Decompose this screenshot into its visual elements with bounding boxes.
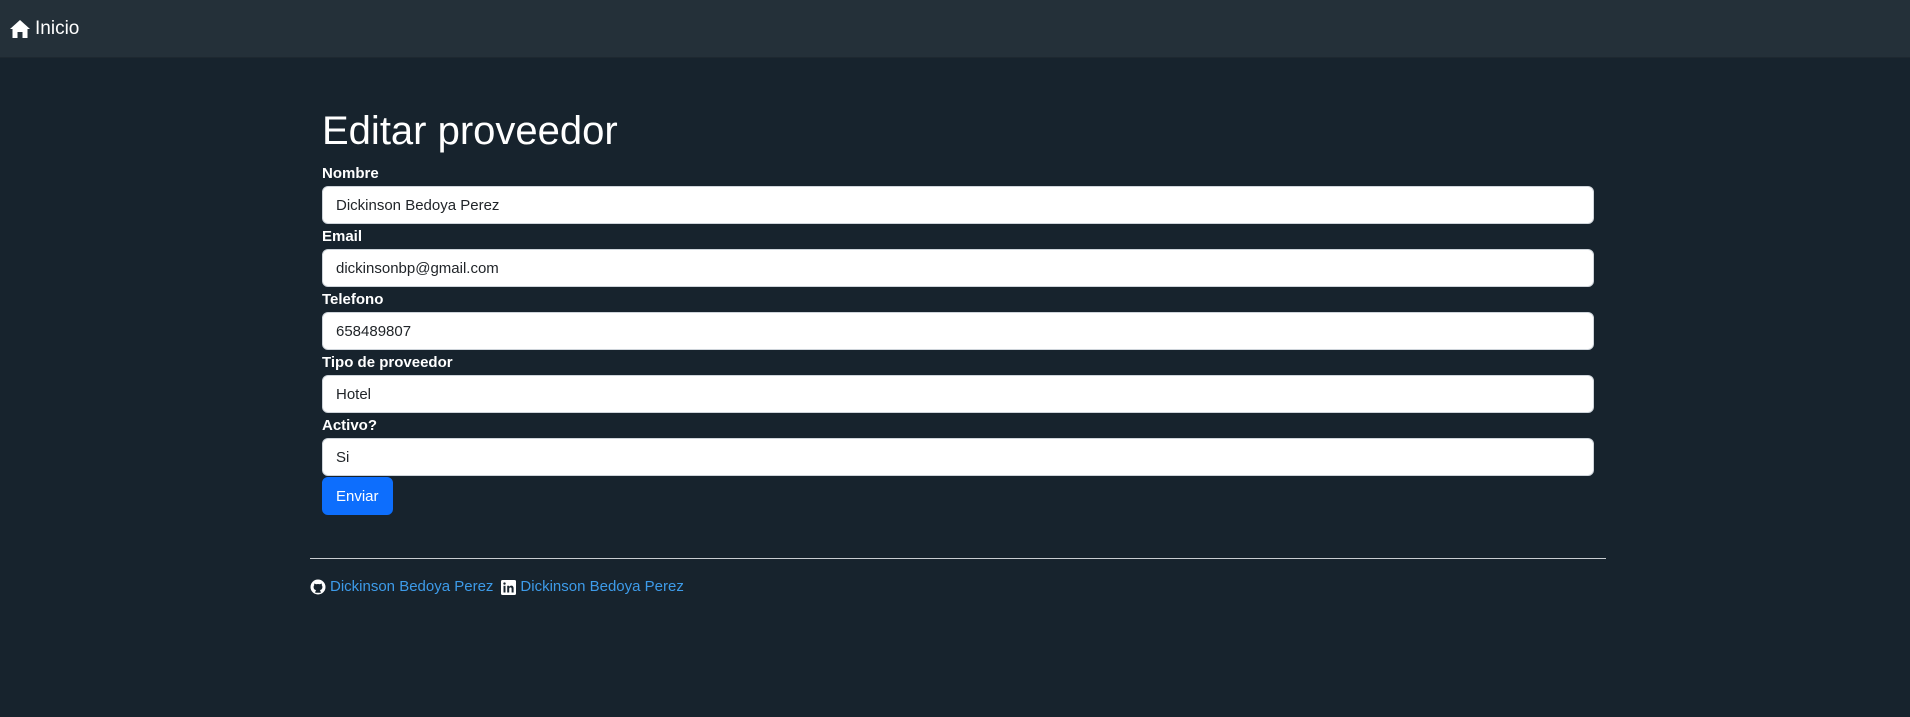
linkedin-link[interactable]: Dickinson Bedoya Perez — [501, 577, 684, 597]
email-input[interactable] — [322, 249, 1594, 287]
tipo-proveedor-label: Tipo de proveedor — [322, 354, 453, 371]
nombre-input[interactable] — [322, 186, 1594, 224]
home-link-label: Inicio — [35, 18, 80, 39]
activo-input[interactable] — [322, 438, 1594, 476]
linkedin-icon — [501, 579, 517, 595]
telefono-label: Telefono — [322, 291, 384, 308]
github-link-label: Dickinson Bedoya Perez — [330, 578, 494, 595]
main-content: Editar proveedor Nombre Email Telefono T… — [322, 100, 1594, 515]
linkedin-link-label: Dickinson Bedoya Perez — [520, 578, 684, 595]
edit-provider-form: Nombre Email Telefono Tipo de proveedor … — [322, 163, 1594, 515]
footer: Dickinson Bedoya Perez Dickinson Bedoya … — [310, 558, 1606, 597]
email-label: Email — [322, 228, 363, 245]
activo-label: Activo? — [322, 417, 378, 434]
footer-links: Dickinson Bedoya Perez Dickinson Bedoya … — [310, 577, 1606, 597]
home-link[interactable]: Inicio — [9, 16, 79, 42]
github-link[interactable]: Dickinson Bedoya Perez — [310, 577, 493, 597]
telefono-input[interactable] — [322, 312, 1594, 350]
github-icon — [310, 579, 326, 595]
house-icon — [9, 19, 31, 39]
top-navbar: Inicio — [0, 0, 1910, 58]
nombre-label: Nombre — [322, 165, 379, 182]
submit-button[interactable]: Enviar — [322, 477, 393, 515]
footer-divider — [310, 558, 1606, 559]
page-title: Editar proveedor — [322, 109, 618, 153]
tipo-proveedor-input[interactable] — [322, 375, 1594, 413]
